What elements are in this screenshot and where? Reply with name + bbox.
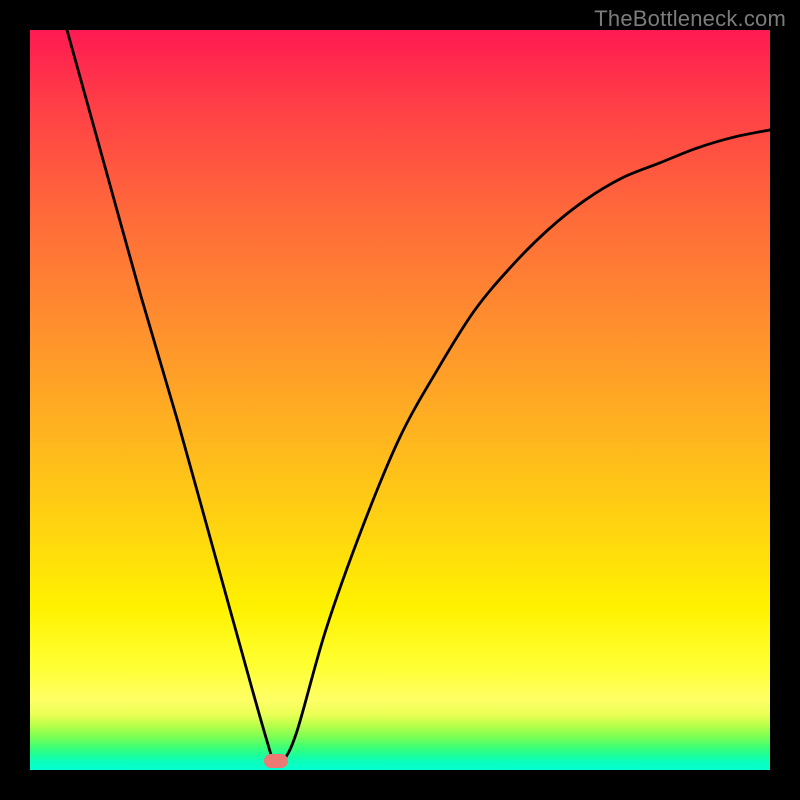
bottleneck-curve — [30, 30, 770, 770]
chart-area — [30, 30, 770, 770]
watermark-text: TheBottleneck.com — [594, 6, 786, 32]
optimal-point-marker — [264, 754, 288, 768]
